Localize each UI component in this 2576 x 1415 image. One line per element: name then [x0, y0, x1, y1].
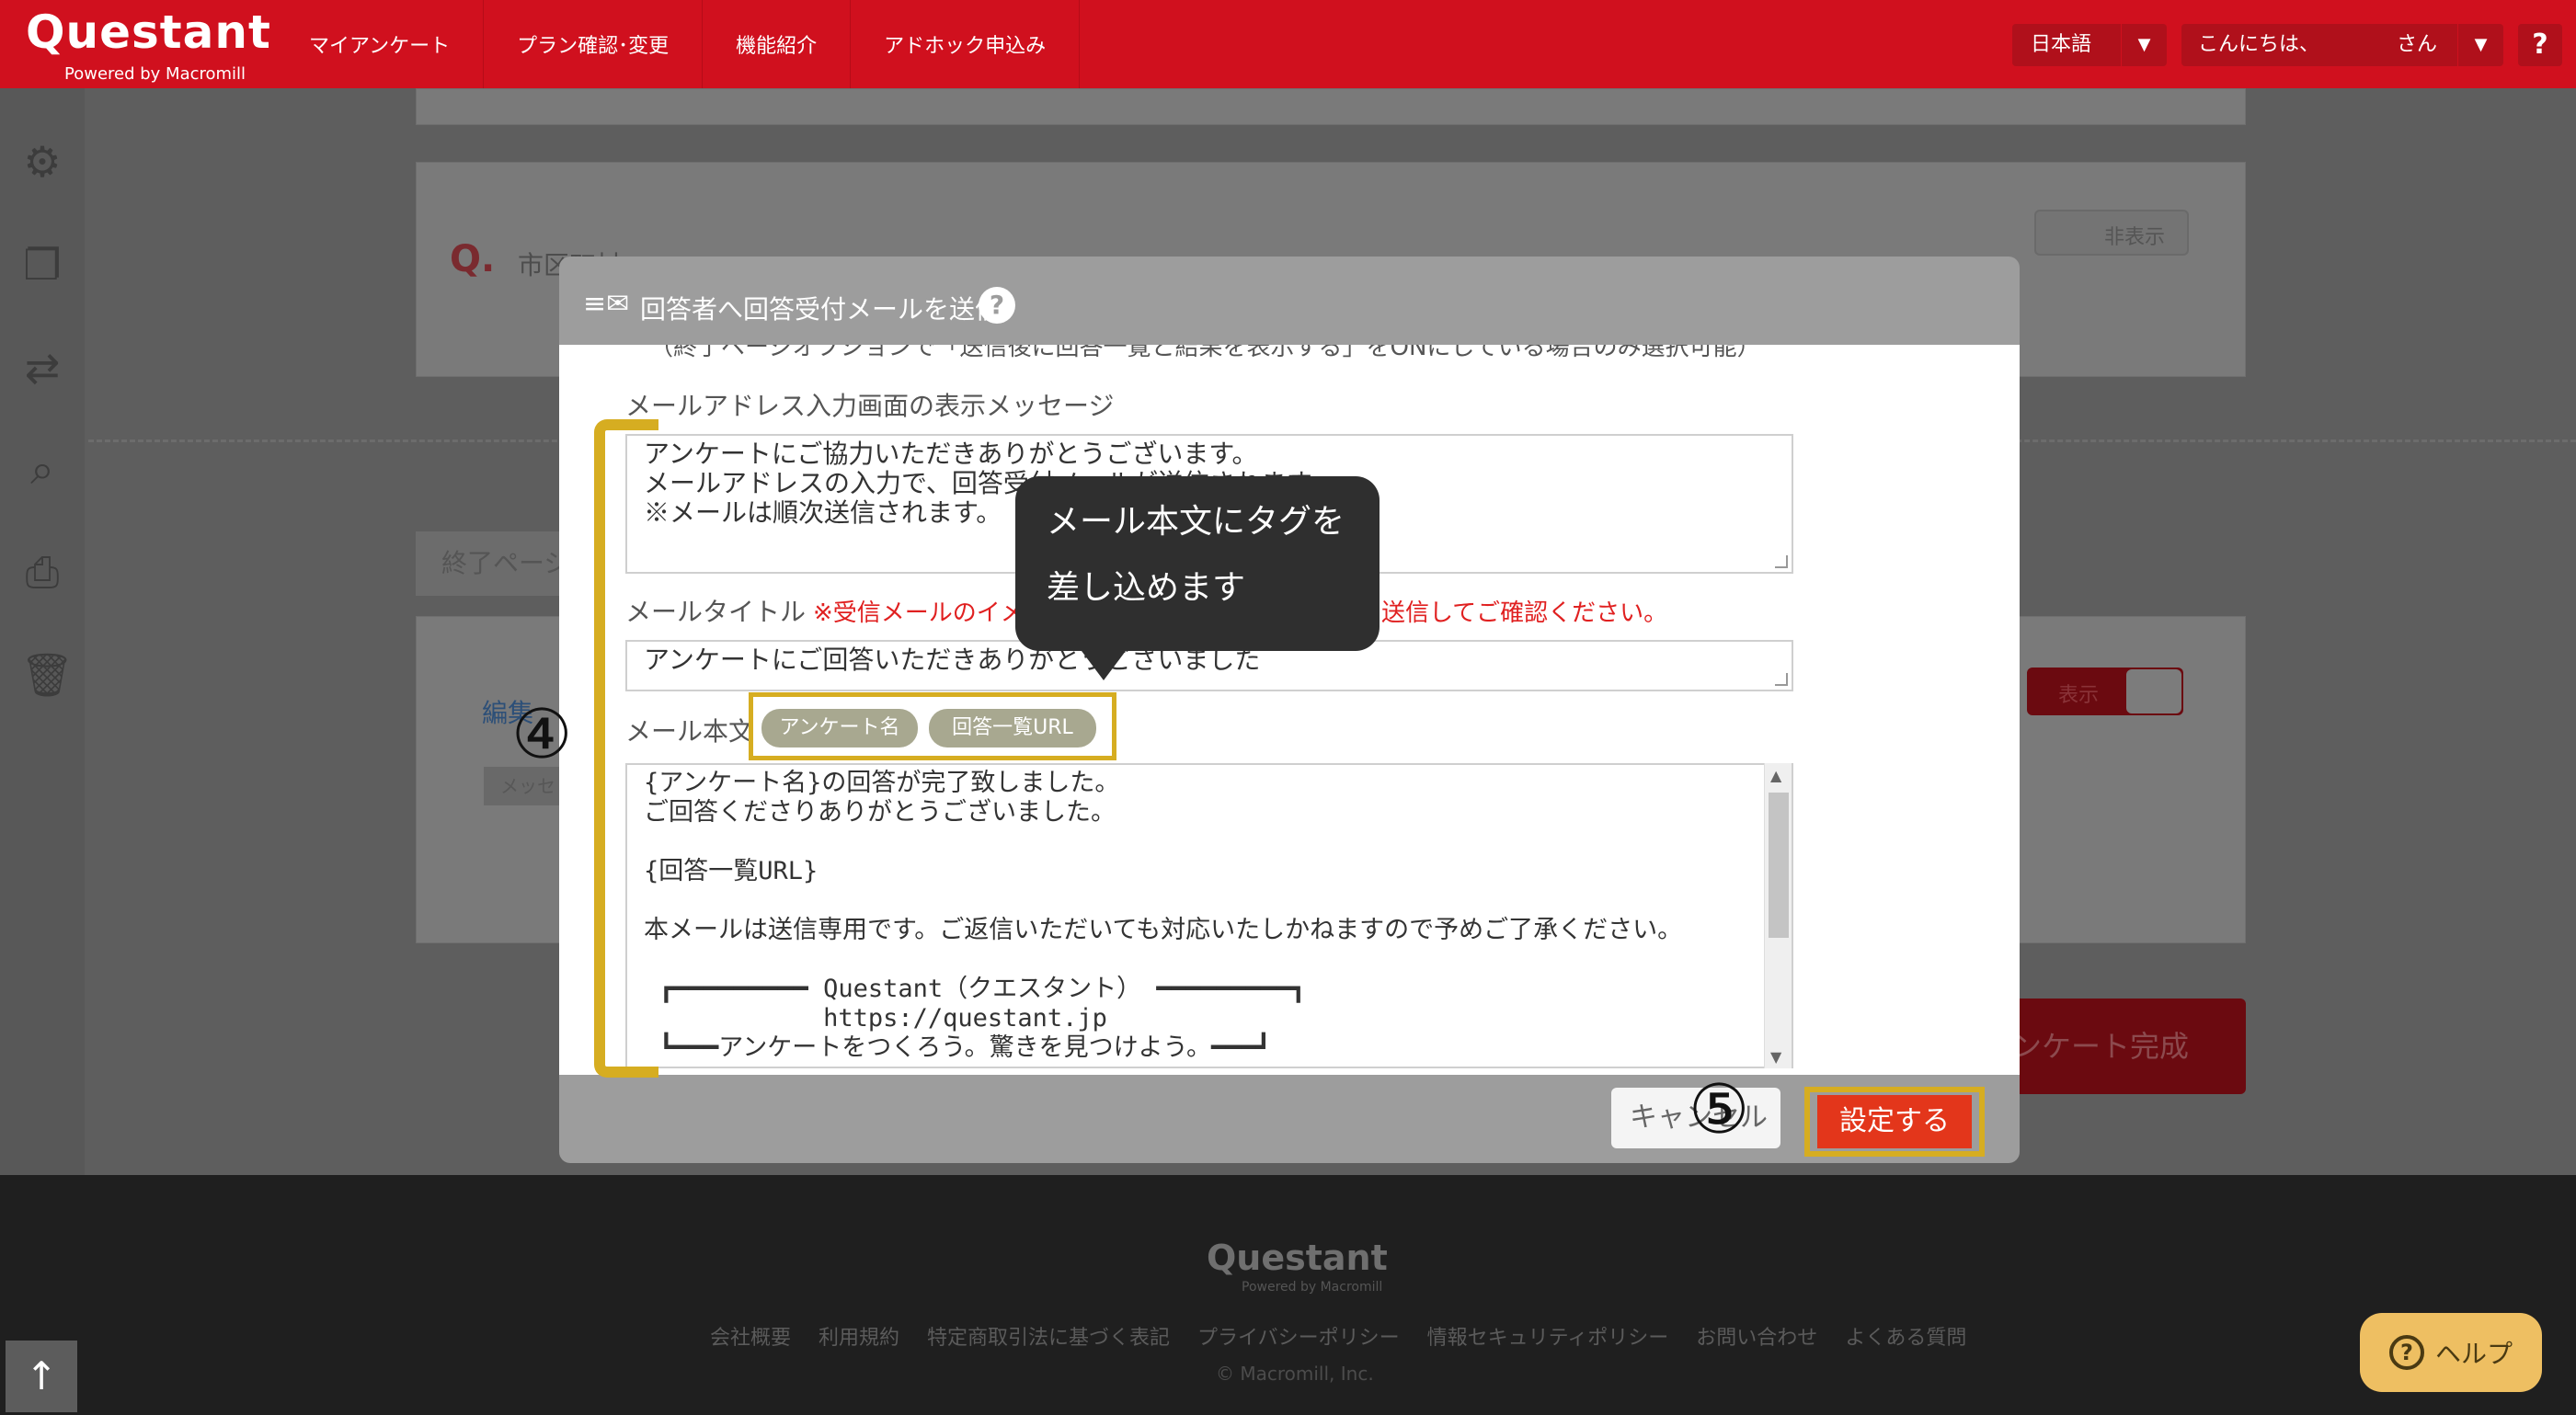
copy-icon[interactable]: ❐	[20, 243, 64, 287]
footer-link-terms[interactable]: 利用規約	[819, 1321, 899, 1351]
toggle-knob	[2126, 669, 2181, 713]
left-sidebar: ⚙ ❐ ⇄ ⌕ ⎙ 🗑	[0, 88, 85, 1175]
resize-handle[interactable]	[1775, 673, 1788, 686]
shown-toggle[interactable]: 表示	[2027, 668, 2183, 715]
tag-survey-name[interactable]: アンケート名	[761, 709, 918, 747]
tooltip-line2: 差し込めます	[1047, 569, 1246, 607]
top-bar: Questant Powered by Macromill マイアンケート プラ…	[0, 0, 2576, 103]
tooltip-arrow	[1076, 644, 1131, 680]
nav-plan[interactable]: プラン確認･変更	[484, 0, 704, 88]
help-icon: ?	[2388, 1335, 2424, 1370]
submit-button[interactable]: 設定する	[1817, 1095, 1972, 1148]
option-note: （終了ページオプションで「送信後に回答一覧と結果を表示する」をONにしている場合…	[649, 345, 1761, 361]
print-icon[interactable]: ⎙	[20, 550, 64, 594]
user-menu[interactable]: こんにちは、 さん	[2181, 24, 2457, 66]
hidden-toggle[interactable]: 非表示	[2034, 210, 2189, 256]
tooltip-line1: メール本文にタグを	[1047, 503, 1345, 541]
chevron-down-icon[interactable]: ▼	[2457, 24, 2503, 66]
footer-logo: Questant	[1207, 1238, 1388, 1278]
hidden-toggle-label: 非表示	[2104, 226, 2166, 249]
gear-icon[interactable]: ⚙	[20, 140, 64, 184]
share-icon[interactable]: ⇄	[20, 346, 64, 390]
dialog-header: ≡✉ 回答者へ回答受付メールを送信 ?	[559, 257, 2020, 345]
resize-handle[interactable]	[1775, 555, 1788, 568]
logo-subtitle: Powered by Macromill	[64, 64, 246, 84]
email-message-label: メールアドレス入力画面の表示メッセージ	[625, 391, 1115, 421]
scroll-to-top-button[interactable]: ↑	[6, 1341, 77, 1412]
logo[interactable]: Questant	[26, 6, 271, 59]
end-page-tab[interactable]: 終了ページ	[416, 531, 572, 596]
footer-link-privacy[interactable]: プライバシーポリシー	[1197, 1321, 1400, 1351]
nav-adhoc[interactable]: アドホック申込み	[851, 0, 1081, 88]
tag-tooltip: メール本文にタグを 差し込めます	[1015, 476, 1380, 651]
nav-features[interactable]: 機能紹介	[703, 0, 852, 88]
bg-card-top	[416, 88, 2246, 125]
mail-body-textarea[interactable]: {アンケート名}の回答が完了致しました。 ご回答くださりありがとうございました。…	[625, 763, 1793, 1068]
greeting: こんにちは、	[2198, 33, 2320, 56]
copyright: © Macromill, Inc.	[1216, 1363, 1374, 1385]
shown-toggle-label: 表示	[2058, 684, 2100, 707]
chevron-down-icon[interactable]: ▼	[2121, 24, 2167, 66]
main-nav: マイアンケート プラン確認･変更 機能紹介 アドホック申込み	[276, 0, 1081, 88]
footer-link-company[interactable]: 会社概要	[710, 1321, 791, 1351]
nav-my-survey[interactable]: マイアンケート	[276, 0, 485, 88]
scroll-down-icon[interactable]: ▼	[1770, 1048, 1781, 1066]
footer-link-security[interactable]: 情報セキュリティポリシー	[1427, 1321, 1669, 1351]
mail-body-scrollbar[interactable]: ▲ ▼	[1764, 763, 1792, 1068]
footer-link-commerce[interactable]: 特定商取引法に基づく表記	[927, 1321, 1170, 1351]
footer-link-contact[interactable]: お問い合わせ	[1696, 1321, 1817, 1351]
help-button-label: ヘルプ	[2434, 1339, 2513, 1369]
help-icon[interactable]: ?	[2518, 24, 2562, 66]
step4-marker: ④	[511, 695, 573, 774]
footer-links: 会社概要 利用規約 特定商取引法に基づく表記 プライバシーポリシー 情報セキュリ…	[710, 1321, 1966, 1351]
step4-bracket	[594, 419, 658, 1078]
mail-icon: ≡✉	[583, 288, 630, 320]
scroll-thumb[interactable]	[1769, 793, 1789, 938]
scroll-up-icon[interactable]: ▲	[1770, 767, 1781, 784]
tag-answer-list-url[interactable]: 回答一覧URL	[929, 709, 1096, 747]
q-mark: Q.	[450, 238, 496, 280]
footer-logo-subtitle: Powered by Macromill	[1242, 1280, 1383, 1295]
dialog-title: 回答者へ回答受付メールを送信	[640, 294, 1002, 325]
greeting-suffix: さん	[2396, 33, 2437, 56]
trash-icon[interactable]: 🗑	[20, 653, 74, 697]
footer-link-faq[interactable]: よくある質問	[1845, 1321, 1966, 1351]
language-select[interactable]: 日本語	[2012, 24, 2121, 66]
step5-marker: ⑤	[1689, 1070, 1750, 1149]
help-button[interactable]: ? ヘルプ	[2360, 1313, 2542, 1392]
help-icon[interactable]: ?	[979, 287, 1015, 324]
search-icon[interactable]: ⌕	[20, 447, 64, 491]
